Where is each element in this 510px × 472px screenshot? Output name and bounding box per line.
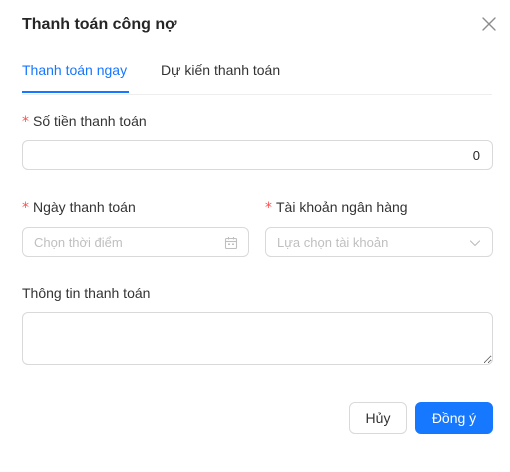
confirm-button[interactable]: Đồng ý <box>415 402 493 434</box>
close-icon[interactable] <box>480 15 498 33</box>
amount-input[interactable]: 0 <box>22 140 493 170</box>
cancel-button[interactable]: Hủy <box>349 402 407 434</box>
date-placeholder: Chọn thời điểm <box>34 235 123 250</box>
date-label-text: Ngày thanh toán <box>33 199 136 215</box>
tab-expected-payment[interactable]: Dự kiến thanh toán <box>161 62 280 78</box>
payment-dialog: Thanh toán công nợ Thanh toán ngay Dự ki… <box>0 0 510 472</box>
tab-bar: Thanh toán ngay Dự kiến thanh toán <box>22 58 492 95</box>
payment-info-label: Thông tin thanh toán <box>22 285 151 301</box>
bank-account-label: * Tài khoản ngân hàng <box>265 199 408 216</box>
chevron-down-icon <box>469 240 481 247</box>
active-tab-indicator <box>22 91 129 93</box>
bank-account-placeholder: Lựa chọn tài khoản <box>277 235 389 250</box>
tab-pay-now[interactable]: Thanh toán ngay <box>22 62 127 78</box>
calendar-icon <box>224 237 238 250</box>
date-picker[interactable]: Chọn thời điểm <box>22 227 249 257</box>
amount-label: * Số tiền thanh toán <box>22 113 147 130</box>
amount-label-text: Số tiền thanh toán <box>33 113 147 129</box>
bank-account-label-text: Tài khoản ngân hàng <box>276 199 408 215</box>
dialog-title: Thanh toán công nợ <box>22 16 177 33</box>
amount-value: 0 <box>472 148 480 163</box>
payment-info-textarea[interactable] <box>22 312 493 365</box>
date-label: * Ngày thanh toán <box>22 199 136 216</box>
required-mark: * <box>22 200 29 216</box>
bank-account-select[interactable]: Lựa chọn tài khoản <box>265 227 493 257</box>
required-mark: * <box>22 114 29 130</box>
required-mark: * <box>265 200 272 216</box>
